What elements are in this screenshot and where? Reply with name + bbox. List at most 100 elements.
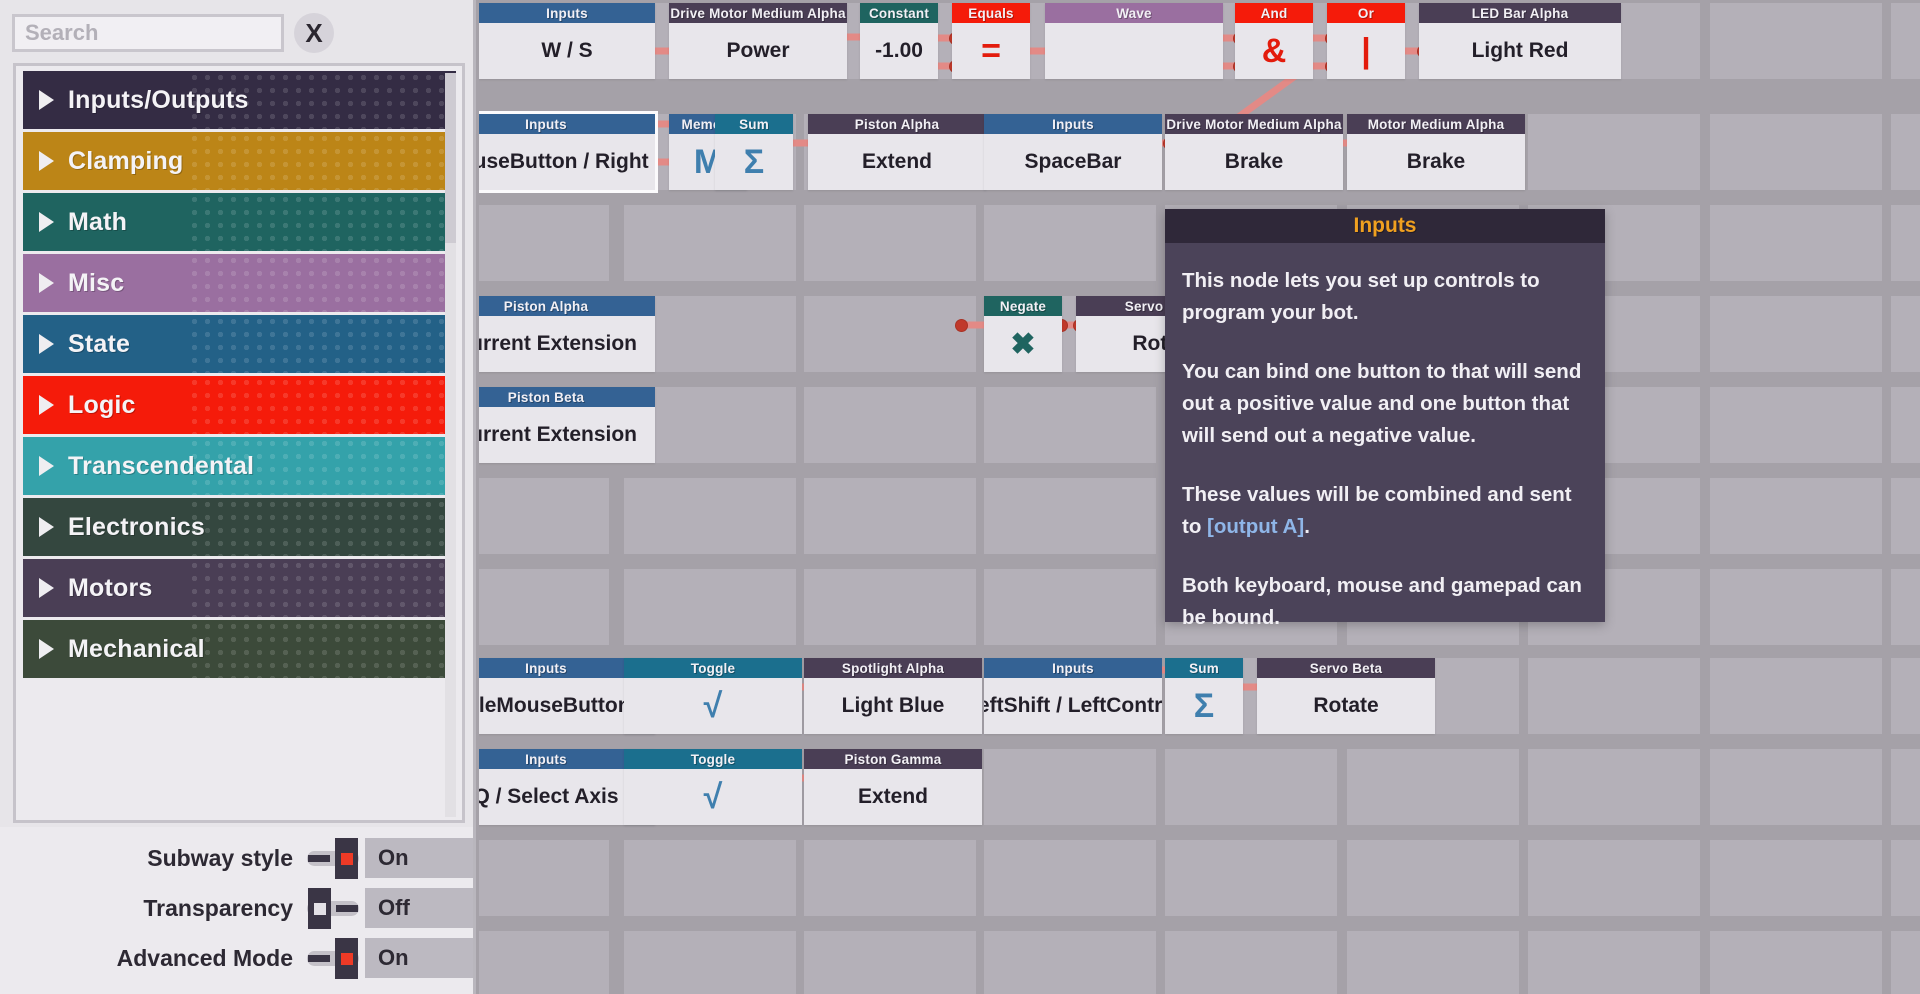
graph-node[interactable]: Motor Medium Alpha Brake: [1347, 114, 1525, 190]
grid-cell[interactable]: [804, 296, 976, 372]
grid-cell[interactable]: [479, 840, 609, 916]
graph-node[interactable]: Equals =: [952, 3, 1030, 79]
sidebar-category-mechanical[interactable]: Mechanical: [23, 620, 456, 678]
grid-cell[interactable]: [984, 387, 1156, 463]
grid-cell[interactable]: [1710, 931, 1882, 994]
grid-cell[interactable]: [1891, 569, 1920, 645]
grid-cell[interactable]: [1710, 114, 1882, 190]
grid-cell[interactable]: [1347, 749, 1519, 825]
grid-cell[interactable]: [984, 931, 1156, 994]
grid-cell[interactable]: [984, 569, 1156, 645]
clear-search-button[interactable]: X: [294, 13, 334, 53]
sidebar-category-transcendental[interactable]: Transcendental: [23, 437, 456, 495]
sidebar-category-misc[interactable]: Misc: [23, 254, 456, 312]
sidebar-category-math[interactable]: Math: [23, 193, 456, 251]
grid-cell[interactable]: [1710, 296, 1882, 372]
sidebar-category-state[interactable]: State: [23, 315, 456, 373]
grid-cell[interactable]: [479, 931, 609, 994]
node-graph-canvas[interactable]: Inputs W / S Drive Motor Medium Alpha Power…: [479, 0, 1920, 994]
grid-cell[interactable]: [1710, 569, 1882, 645]
grid-cell[interactable]: [479, 569, 609, 645]
graph-node[interactable]: Toggle √: [624, 658, 802, 734]
grid-cell[interactable]: [804, 840, 976, 916]
grid-cell[interactable]: [1165, 840, 1337, 916]
grid-cell[interactable]: [1528, 658, 1700, 734]
setting-toggle-advanced-mode[interactable]: [305, 938, 361, 979]
grid-cell[interactable]: [1891, 387, 1920, 463]
grid-cell[interactable]: [984, 840, 1156, 916]
grid-cell[interactable]: [984, 205, 1156, 281]
graph-node[interactable]: Wave: [1045, 3, 1223, 79]
sidebar-category-inputs-outputs[interactable]: Inputs/Outputs: [23, 71, 456, 129]
graph-node[interactable]: Inputs MouseButton / Right: [479, 111, 658, 193]
graph-node[interactable]: Drive Motor Medium Alpha Power: [669, 3, 847, 79]
grid-cell[interactable]: [1528, 749, 1700, 825]
grid-cell[interactable]: [624, 478, 796, 554]
grid-cell[interactable]: [804, 387, 976, 463]
grid-cell[interactable]: [479, 478, 609, 554]
category-scrollbar-thumb[interactable]: [445, 73, 456, 243]
grid-cell[interactable]: [1710, 3, 1882, 79]
grid-cell[interactable]: [1891, 749, 1920, 825]
grid-cell[interactable]: [1528, 114, 1700, 190]
graph-node[interactable]: Piston Beta Current Extension: [479, 387, 655, 463]
search-input[interactable]: [12, 14, 284, 52]
sidebar-category-electronics[interactable]: Electronics: [23, 498, 456, 556]
grid-cell[interactable]: [1710, 387, 1882, 463]
graph-node[interactable]: Toggle √: [624, 749, 802, 825]
grid-cell[interactable]: [1891, 840, 1920, 916]
grid-cell[interactable]: [624, 840, 796, 916]
setting-toggle-subway-style[interactable]: [305, 838, 361, 879]
grid-cell[interactable]: [1710, 478, 1882, 554]
graph-node[interactable]: Piston Gamma Extend: [804, 749, 982, 825]
grid-cell[interactable]: [804, 478, 976, 554]
grid-cell[interactable]: [1347, 931, 1519, 994]
grid-cell[interactable]: [479, 205, 609, 281]
graph-node[interactable]: LED Bar Alpha Light Red: [1419, 3, 1621, 79]
grid-cell[interactable]: [1891, 205, 1920, 281]
grid-cell[interactable]: [1891, 658, 1920, 734]
grid-cell[interactable]: [1165, 931, 1337, 994]
grid-cell[interactable]: [1347, 840, 1519, 916]
graph-node[interactable]: Inputs SpaceBar: [984, 114, 1162, 190]
setting-toggle-transparency[interactable]: [305, 888, 361, 929]
node-port[interactable]: [955, 319, 968, 332]
graph-node[interactable]: Spotlight Alpha Light Blue: [804, 658, 982, 734]
grid-cell[interactable]: [1891, 3, 1920, 79]
graph-node[interactable]: Piston Alpha Current Extension: [479, 296, 655, 372]
grid-cell[interactable]: [1891, 478, 1920, 554]
sidebar-category-motors[interactable]: Motors: [23, 559, 456, 617]
grid-cell[interactable]: [624, 931, 796, 994]
grid-cell[interactable]: [984, 478, 1156, 554]
grid-cell[interactable]: [804, 205, 976, 281]
grid-cell[interactable]: [804, 931, 976, 994]
grid-cell[interactable]: [1528, 840, 1700, 916]
graph-node[interactable]: And &: [1235, 3, 1313, 79]
graph-node[interactable]: Inputs LeftShift / LeftControl: [984, 658, 1162, 734]
graph-node[interactable]: Inputs W / S: [479, 3, 655, 79]
grid-cell[interactable]: [1710, 749, 1882, 825]
grid-cell[interactable]: [1891, 931, 1920, 994]
grid-cell[interactable]: [984, 749, 1156, 825]
graph-node[interactable]: Or |: [1327, 3, 1405, 79]
sidebar-category-clamping[interactable]: Clamping: [23, 132, 456, 190]
graph-node[interactable]: Drive Motor Medium Alpha Brake: [1165, 114, 1343, 190]
graph-node[interactable]: Servo Beta Rotate: [1257, 658, 1435, 734]
grid-cell[interactable]: [1891, 114, 1920, 190]
graph-node[interactable]: Piston Alpha Extend: [808, 114, 986, 190]
sidebar-category-logic[interactable]: Logic: [23, 376, 456, 434]
grid-cell[interactable]: [624, 205, 796, 281]
graph-node[interactable]: Constant -1.00: [860, 3, 938, 79]
grid-cell[interactable]: [1165, 749, 1337, 825]
graph-node[interactable]: Sum Σ: [1165, 658, 1243, 734]
graph-node[interactable]: Negate ✖: [984, 296, 1062, 372]
grid-cell[interactable]: [1710, 205, 1882, 281]
graph-node[interactable]: Sum Σ: [715, 114, 793, 190]
grid-cell[interactable]: [1528, 931, 1700, 994]
grid-cell[interactable]: [1710, 840, 1882, 916]
grid-cell[interactable]: [624, 569, 796, 645]
grid-cell[interactable]: [1891, 296, 1920, 372]
grid-cell[interactable]: [804, 569, 976, 645]
node-label: Power: [726, 39, 790, 62]
grid-cell[interactable]: [1710, 658, 1882, 734]
